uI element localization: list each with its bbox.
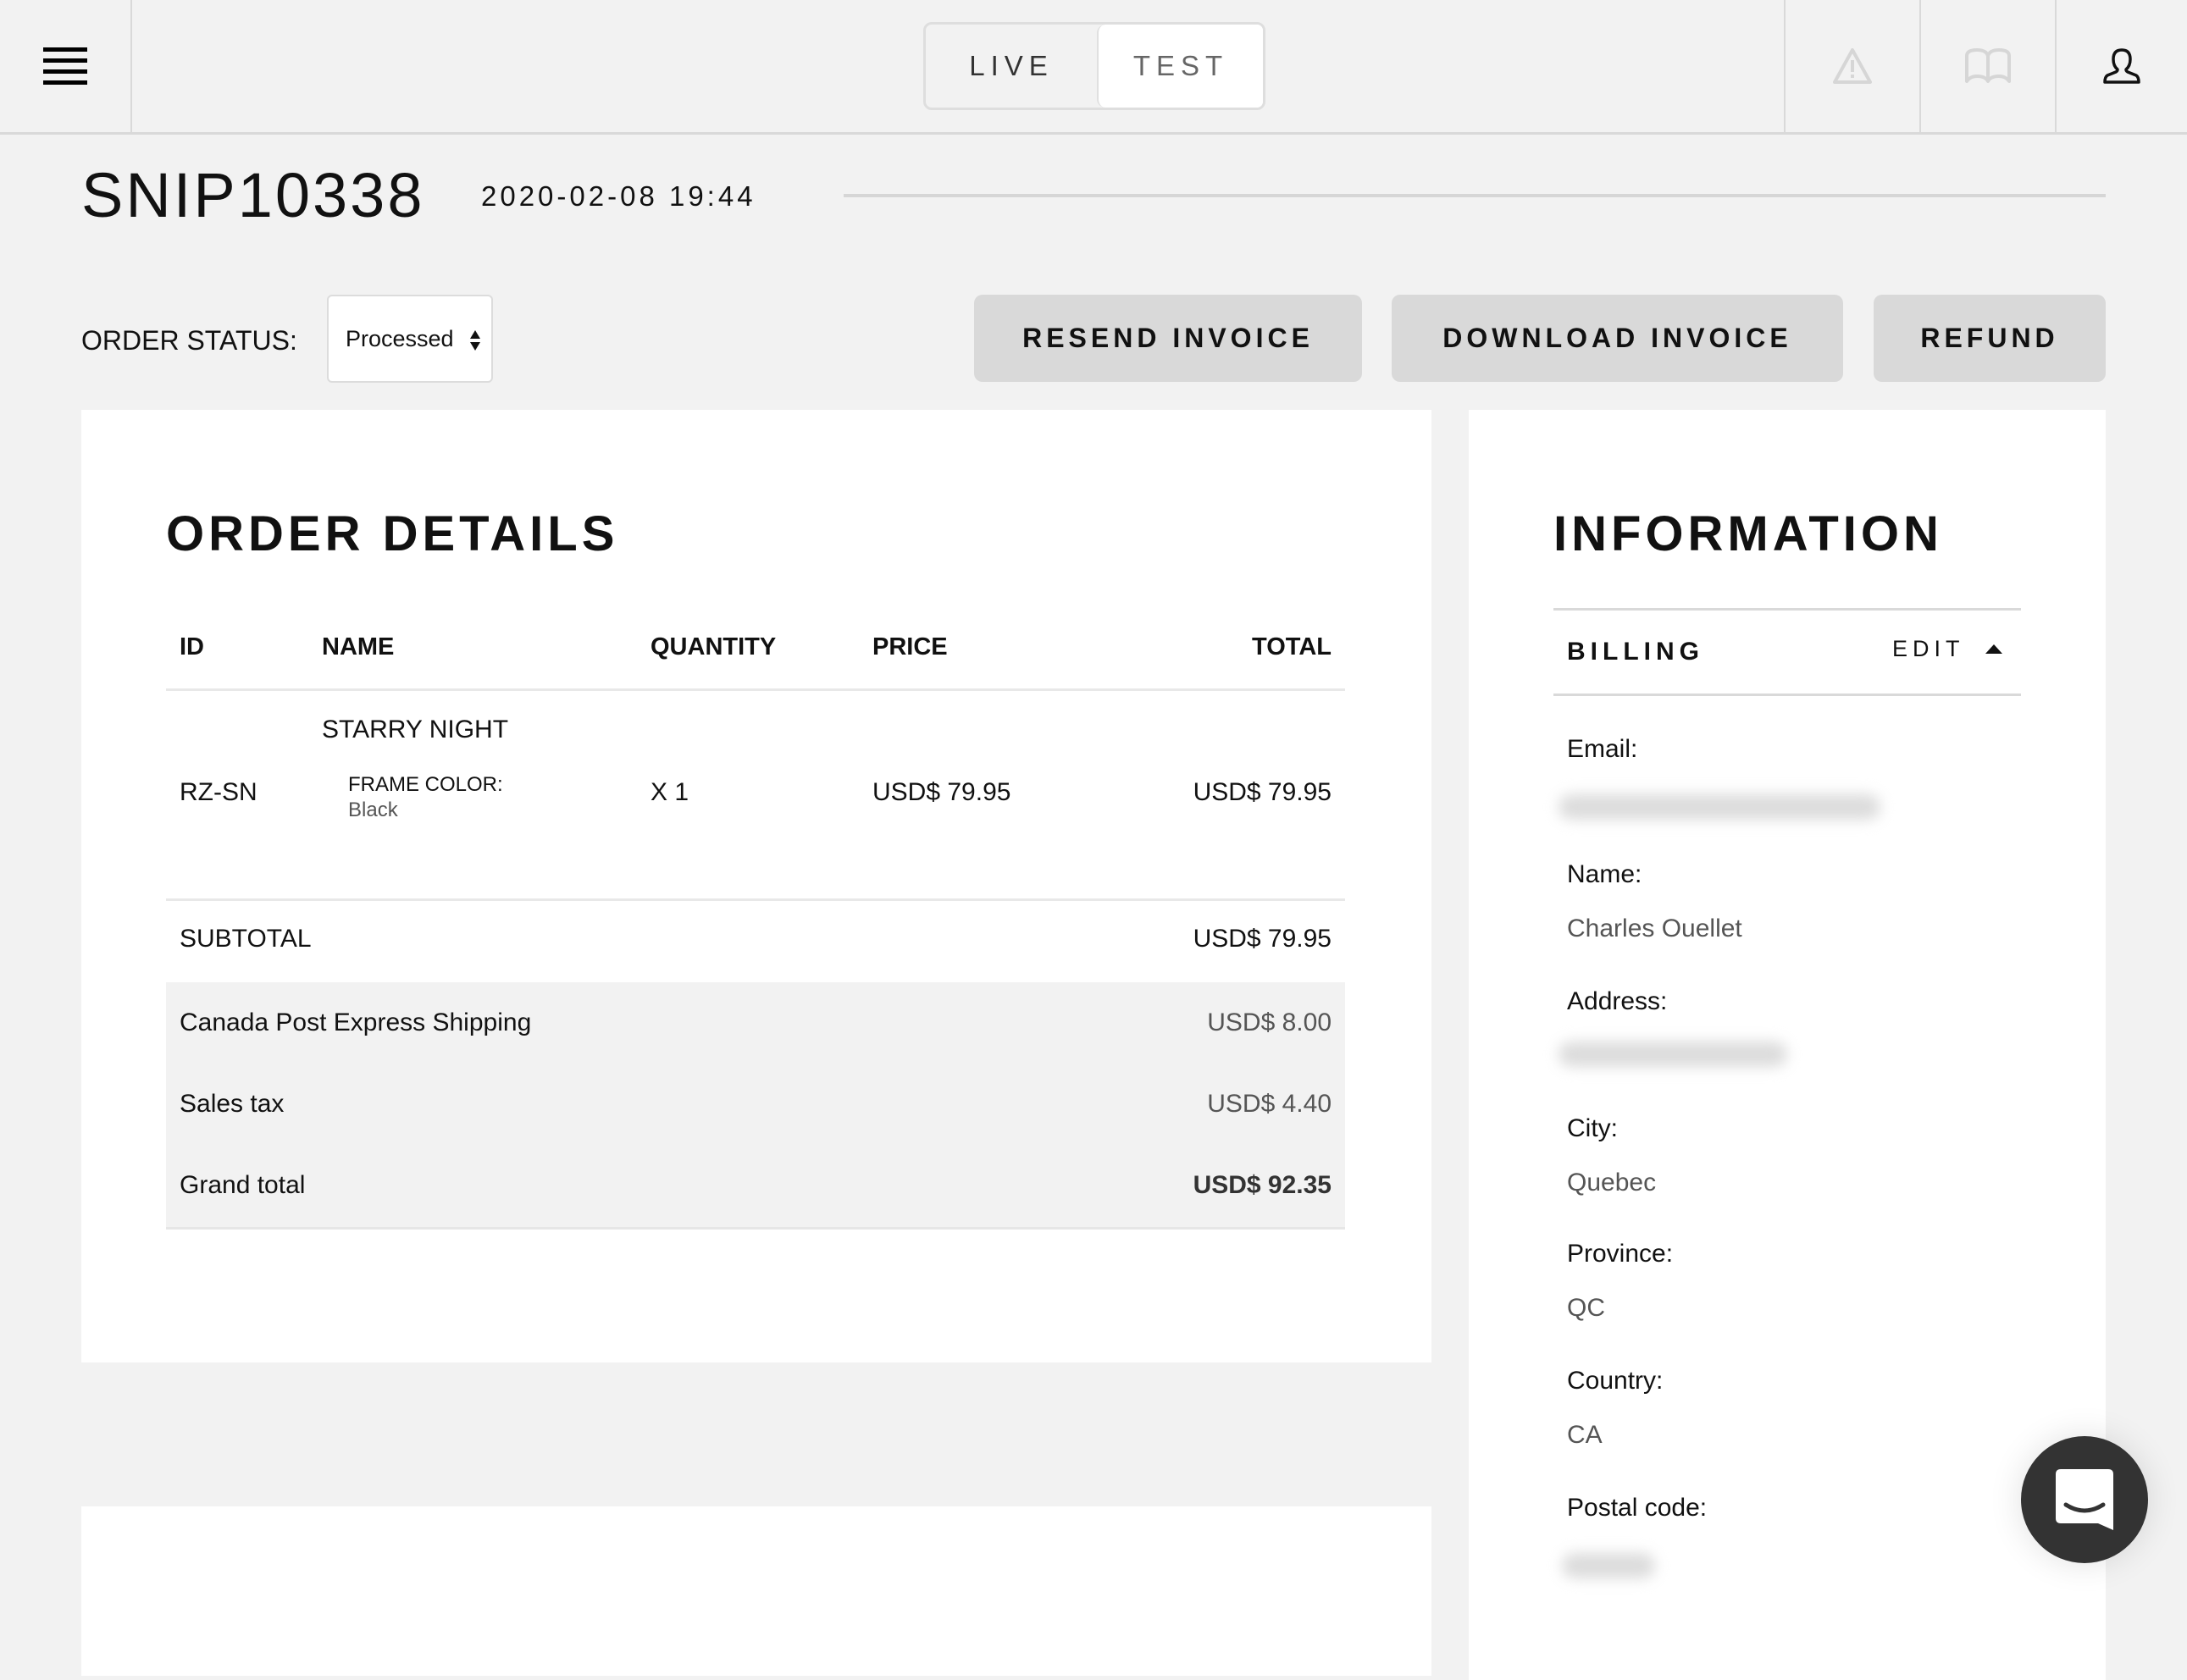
email-label: Email: (1567, 735, 1638, 763)
column-header-id: ID (180, 633, 204, 660)
chat-launcher-button[interactable] (2021, 1436, 2148, 1563)
edit-label: EDIT (1892, 636, 1965, 661)
alerts-button[interactable] (1784, 0, 1919, 132)
name-label: Name: (1567, 860, 1642, 888)
country-value: CA (1567, 1421, 1603, 1449)
account-button[interactable] (2055, 0, 2187, 132)
order-datetime: 2020-02-08 19:44 (481, 180, 756, 212)
table-header-divider (166, 688, 1345, 691)
name-value: Charles Ouellet (1567, 915, 1742, 942)
subtotal-value: USD$ 79.95 (1193, 925, 1332, 953)
download-invoice-button[interactable]: DOWNLOAD INVOICE (1392, 295, 1843, 382)
item-option-value: Black (348, 799, 398, 821)
postal-code-label: Postal code: (1567, 1494, 1708, 1522)
address-label: Address: (1567, 987, 1668, 1015)
sales-tax-value: USD$ 4.40 (1207, 1090, 1332, 1118)
edit-billing-button[interactable]: EDIT (1892, 636, 2002, 662)
billing-title: BILLING (1567, 638, 1704, 666)
item-quantity: X 1 (651, 778, 689, 806)
menu-button[interactable] (0, 0, 132, 132)
column-header-quantity: QUANTITY (651, 633, 777, 660)
sales-tax-label: Sales tax (180, 1090, 285, 1118)
order-status-value: Processed (346, 325, 454, 351)
province-value: QC (1567, 1294, 1605, 1322)
env-option-live[interactable]: LIVE (926, 25, 1097, 108)
order-status-select[interactable]: Processed (327, 295, 493, 383)
province-label: Province: (1567, 1240, 1674, 1268)
email-value-redacted (1559, 794, 1880, 820)
city-label: City: (1567, 1114, 1618, 1142)
order-details-title: ORDER DETAILS (166, 506, 619, 561)
warning-icon (1833, 48, 1872, 84)
item-price: USD$ 79.95 (872, 778, 1011, 806)
subtotal-label: SUBTOTAL (180, 925, 312, 953)
docs-button[interactable] (1919, 0, 2055, 132)
env-option-test[interactable]: TEST (1097, 25, 1263, 108)
refund-button[interactable]: REFUND (1874, 295, 2106, 382)
order-status-label: ORDER STATUS: (81, 325, 297, 356)
select-arrows-icon (470, 330, 480, 351)
secondary-card (81, 1506, 1431, 1676)
grand-total-label: Grand total (180, 1171, 306, 1199)
grand-total-value: USD$ 92.35 (1193, 1171, 1332, 1199)
item-id: RZ-SN (180, 778, 257, 806)
item-total: USD$ 79.95 (1193, 778, 1332, 806)
column-header-price: PRICE (872, 633, 948, 660)
information-title: INFORMATION (1553, 506, 1943, 561)
items-divider (166, 898, 1345, 901)
title-divider (844, 194, 2106, 197)
column-header-total: TOTAL (1252, 633, 1332, 660)
book-icon (1965, 48, 2011, 83)
column-header-name: NAME (322, 633, 395, 660)
top-bar: LIVE TEST (0, 0, 2187, 135)
city-value: Quebec (1567, 1169, 1657, 1196)
user-icon (2103, 48, 2140, 84)
chat-icon (2056, 1469, 2113, 1530)
item-option-label: FRAME COLOR: (348, 773, 503, 796)
order-id-title: SNIP10338 (81, 160, 425, 230)
environment-toggle: LIVE TEST (923, 22, 1265, 110)
address-value-redacted (1559, 1042, 1787, 1067)
postal-code-value-redacted (1562, 1553, 1655, 1578)
hamburger-menu-icon (43, 47, 87, 85)
collapse-caret-icon (1985, 644, 2002, 654)
billing-section-header: BILLING EDIT (1553, 608, 2021, 696)
resend-invoice-button[interactable]: RESEND INVOICE (974, 295, 1362, 382)
shipping-value: USD$ 8.00 (1207, 1009, 1332, 1036)
country-label: Country: (1567, 1367, 1664, 1395)
item-name: STARRY NIGHT (322, 716, 509, 743)
shipping-label: Canada Post Express Shipping (180, 1009, 532, 1036)
